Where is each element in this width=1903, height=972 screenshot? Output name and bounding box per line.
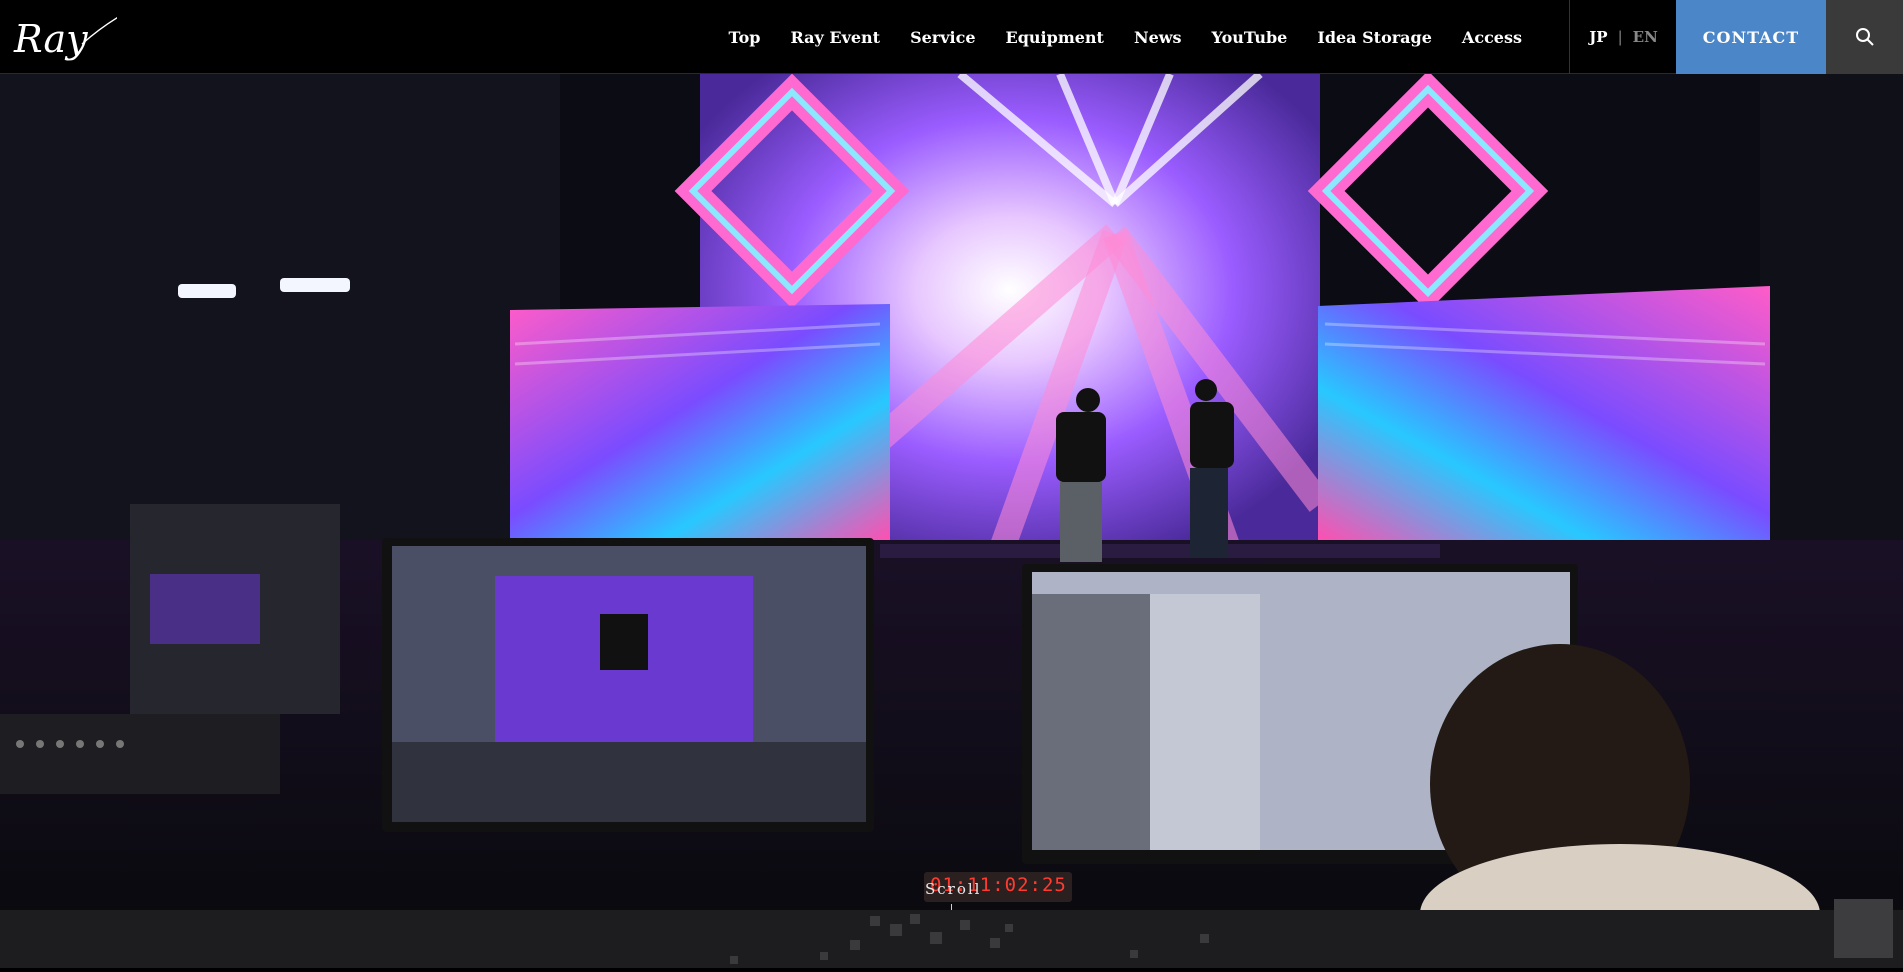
nav-idea-storage[interactable]: Idea Storage [1302,28,1447,47]
nav-top[interactable]: Top [714,28,776,47]
scroll-to-top-button[interactable] [1834,899,1893,958]
hero-image: 01:11:02:25 Scroll [0,74,1903,910]
footer-band [0,910,1903,968]
nav-access[interactable]: Access [1447,28,1537,47]
nav-youtube[interactable]: YouTube [1197,28,1303,47]
contact-button[interactable]: CONTACT [1676,0,1826,74]
ray-logo[interactable]: Ray [12,10,117,64]
site-header: Ray Top Ray Event Service Equipment News… [0,0,1903,74]
lang-separator: | [1617,28,1623,46]
language-switcher: JP | EN [1569,0,1677,74]
scroll-label[interactable]: Scroll [925,880,981,898]
main-nav: Top Ray Event Service Equipment News You… [714,0,1537,74]
lang-jp[interactable]: JP [1589,28,1607,46]
search-icon [1855,28,1874,46]
nav-news[interactable]: News [1119,28,1197,47]
nav-ray-event[interactable]: Ray Event [775,28,895,47]
nav-equipment[interactable]: Equipment [991,28,1119,47]
pixel-pattern [730,914,1209,964]
stage-scene [0,74,1903,910]
lang-en[interactable]: EN [1633,28,1658,46]
svg-text:Ray: Ray [13,17,88,61]
search-button[interactable] [1826,0,1903,74]
nav-service[interactable]: Service [895,28,990,47]
